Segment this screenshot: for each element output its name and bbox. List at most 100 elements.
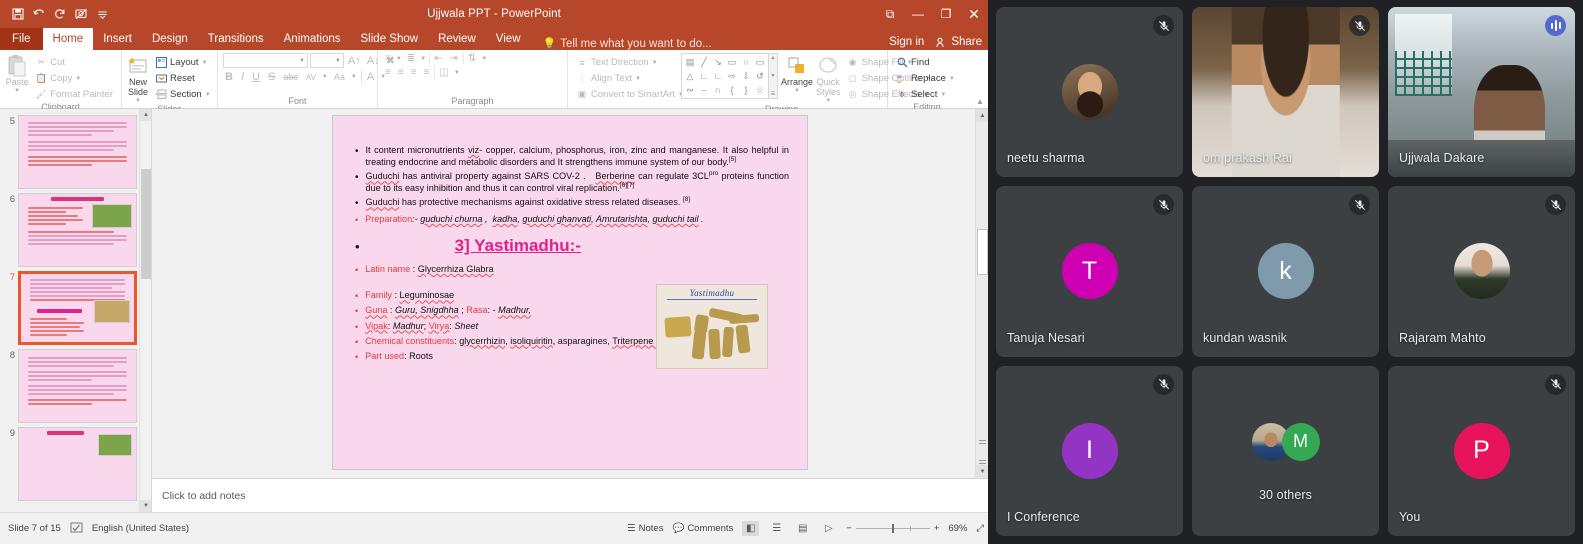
underline-button[interactable]: U (250, 71, 262, 83)
participant-tile-om-prakash-rai[interactable]: om prakash Rai (1192, 7, 1379, 178)
align-left-icon[interactable]: ≡ (383, 67, 393, 78)
zoom-level[interactable]: 69% (948, 523, 967, 534)
participant-tile-i-conference[interactable]: I I Conference (996, 365, 1183, 536)
chevron-up-icon[interactable]: ▲ (140, 109, 151, 121)
notes-pane[interactable]: Click to add notes (152, 478, 988, 512)
shape-right-arrow-icon[interactable]: ⇨ (725, 69, 739, 83)
chevron-down-icon[interactable]: ▼ (322, 74, 328, 80)
shadow-button[interactable]: S (266, 71, 277, 83)
align-right-icon[interactable]: ≡ (409, 67, 419, 78)
participant-tile-others[interactable]: M 30 others (1192, 365, 1379, 536)
chevron-down-icon[interactable]: ▼ (205, 92, 211, 98)
select-button[interactable]: ⌽ Select ▼ (893, 87, 958, 102)
justify-icon[interactable]: ≡ (422, 67, 432, 78)
close-button[interactable]: ✕ (960, 0, 988, 28)
section-button[interactable]: Section ▼ (152, 87, 214, 102)
thumbnail-preview[interactable] (18, 271, 137, 345)
bold-button[interactable]: B (223, 71, 235, 83)
zoom-track[interactable] (855, 524, 930, 533)
shape-elbow-icon[interactable]: ∟ (697, 69, 711, 83)
tab-review[interactable]: Review (428, 28, 486, 50)
replace-button[interactable]: ab ac Replace ▼ (893, 71, 958, 86)
shape-rounded-rect-icon[interactable]: ▭ (753, 55, 767, 69)
chevron-down-icon[interactable]: ▼ (454, 70, 460, 76)
previous-slide-button[interactable] (979, 440, 986, 444)
cut-button[interactable]: ✂ Cut (32, 55, 116, 70)
thumbnail-slide-6[interactable]: 6 (0, 189, 151, 267)
chevron-down-icon[interactable]: ▼ (135, 98, 141, 105)
slide-canvas[interactable]: • It content micronutrients viz- copper,… (152, 109, 988, 478)
chevron-down-icon[interactable]: ▼ (825, 98, 831, 105)
tab-insert[interactable]: Insert (93, 28, 142, 50)
increase-indent-icon[interactable]: ⇥ (448, 53, 460, 64)
shape-circular-arrow-icon[interactable]: ↺ (753, 69, 767, 83)
chevron-down-icon[interactable]: ▼ (940, 92, 946, 98)
slide-bullet[interactable]: • Preparation:- guduchi churna , kadha, … (355, 213, 789, 226)
slide-bullet[interactable]: • Latin name : Glycerrhiza Glabra (355, 263, 789, 276)
tab-view[interactable]: View (486, 28, 531, 50)
zoom-slider[interactable]: − + (846, 523, 939, 534)
tab-slide-show[interactable]: Slide Show (351, 28, 429, 50)
language-indicator[interactable]: English (United States) (92, 523, 189, 534)
shape-textbox-icon[interactable]: ▤ (683, 55, 697, 69)
shape-line-icon[interactable]: ╱ (697, 55, 711, 69)
restore-button[interactable]: ❐ (932, 0, 960, 28)
convert-to-smartart-button[interactable]: ▣ Convert to SmartArt ▼ (573, 87, 687, 102)
thumbnail-preview[interactable] (18, 193, 137, 267)
tab-file[interactable]: File (0, 28, 43, 50)
strikethrough-button[interactable]: abc (281, 72, 300, 82)
chevron-down-icon[interactable]: ▼ (481, 56, 487, 62)
chevron-down-icon[interactable]: ▼ (299, 58, 305, 64)
quick-styles-button[interactable]: Quick Styles ▼ (816, 53, 841, 104)
chevron-down-icon[interactable]: ▼ (771, 73, 776, 79)
shape-curve-icon[interactable]: ⌣ (697, 83, 711, 97)
paste-button[interactable]: Paste ▼ (5, 53, 29, 94)
line-spacing-icon[interactable]: ⇅ (462, 53, 478, 64)
slide-thumbnail-pane[interactable]: 5 6 7 8 9 ▲ ▼ (0, 109, 152, 512)
chevron-up-icon[interactable]: ▲ (976, 109, 988, 122)
shape-down-arrow-icon[interactable]: ⇩ (739, 69, 753, 83)
chevron-down-icon[interactable]: ▼ (335, 58, 341, 64)
thumbnail-preview[interactable] (18, 349, 137, 423)
fit-to-window-button[interactable]: ⤢ (976, 523, 984, 534)
chevron-down-icon[interactable]: ▼ (140, 500, 151, 512)
participant-tile-tanuja-nesari[interactable]: T Tanuja Nesari (996, 186, 1183, 357)
font-color-button[interactable]: A (360, 71, 376, 83)
copy-button[interactable]: 📋 Copy ▼ (32, 71, 116, 86)
thumbnail-scrollbar[interactable]: ▲ ▼ (139, 109, 151, 512)
align-center-icon[interactable]: ≡ (396, 67, 406, 78)
start-slideshow-icon[interactable] (72, 5, 90, 23)
character-spacing-button[interactable]: AV (304, 73, 318, 82)
undo-icon[interactable] (30, 5, 48, 23)
chevron-down-icon[interactable]: ▼ (75, 76, 81, 82)
current-slide[interactable]: • It content micronutrients viz- copper,… (332, 115, 808, 470)
chevron-down-icon[interactable]: ▼ (351, 74, 357, 80)
thumbnail-slide-8[interactable]: 8 (0, 345, 151, 423)
thumbnail-preview[interactable] (18, 115, 137, 189)
decrease-indent-icon[interactable]: ⇤ (429, 53, 444, 64)
font-size-input[interactable]: ▼ (310, 53, 344, 68)
slide-heading-row[interactable]: • 3] Yastimadhu:- (355, 236, 789, 256)
format-painter-button[interactable]: 🖌 Format Painter (32, 87, 116, 102)
font-name-input[interactable]: ▼ (223, 53, 308, 68)
shape-triangle-icon[interactable]: △ (683, 69, 697, 83)
collapse-ribbon-icon[interactable]: ▲ (976, 97, 984, 106)
shape-freeform-icon[interactable]: ∾ (683, 83, 697, 97)
participant-tile-rajaram-mahto[interactable]: Rajaram Mahto (1388, 186, 1575, 357)
tab-transitions[interactable]: Transitions (198, 28, 274, 50)
thumbnail-slide-7[interactable]: 7 (0, 267, 151, 345)
participant-tile-kundan-wasnik[interactable]: k kundan wasnik (1192, 186, 1379, 357)
share-button[interactable]: Share (936, 36, 982, 48)
slide-vertical-scrollbar[interactable]: ▲ ▼ (975, 109, 988, 478)
zoom-handle[interactable] (891, 524, 894, 533)
chevron-up-icon[interactable]: ▲ (771, 55, 776, 61)
save-icon[interactable] (9, 5, 27, 23)
chevron-down-icon[interactable]: ▼ (14, 88, 20, 95)
sign-in-link[interactable]: Sign in (889, 36, 924, 48)
chevron-down-icon[interactable]: ▼ (202, 60, 208, 66)
shape-rectangle-icon[interactable]: ▭ (725, 55, 739, 69)
thumbnail-slide-9[interactable]: 9 (0, 423, 151, 501)
chevron-down-icon[interactable]: ▼ (396, 56, 402, 62)
shape-arc-icon[interactable]: ∩ (711, 83, 725, 97)
chevron-down-icon[interactable]: ▼ (949, 76, 955, 82)
